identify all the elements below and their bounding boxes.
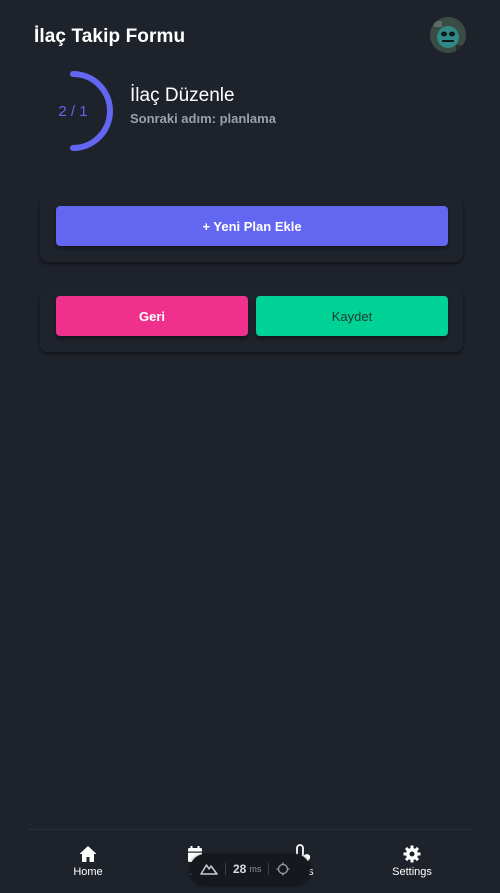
nuxt-logo-icon [200, 864, 218, 875]
add-plan-button[interactable]: + Yeni Plan Ekle [56, 206, 448, 246]
header: İlaç Takip Formu [0, 0, 500, 70]
crosshair-icon[interactable] [276, 862, 290, 876]
gear-icon [403, 845, 421, 863]
page-title: İlaç Takip Formu [34, 26, 186, 47]
step-title: İlaç Düzenle [130, 85, 235, 106]
render-time-value: 28 [233, 862, 247, 876]
add-plan-card: + Yeni Plan Ekle [40, 198, 463, 262]
form-actions-card: Geri Kaydet [40, 288, 463, 352]
nav-item-settings[interactable]: Settings [367, 844, 457, 878]
save-button[interactable]: Kaydet [256, 296, 448, 336]
back-button[interactable]: Geri [56, 296, 248, 336]
avatar[interactable] [430, 17, 466, 53]
progress-text: 2 / 1 [58, 103, 88, 120]
dev-toolbar[interactable]: 28 ms [190, 854, 310, 884]
step-subtitle: Sonraki adım: planlama [130, 111, 276, 126]
devbar-divider [225, 863, 226, 875]
home-icon [79, 846, 97, 862]
render-time-unit: ms [249, 864, 262, 874]
devbar-divider-2 [268, 863, 270, 875]
nav-label-home: Home [73, 866, 103, 878]
progress-ring: 2 / 1 [30, 70, 116, 156]
avatar-image [430, 17, 466, 53]
nav-item-home[interactable]: Home [43, 844, 133, 878]
page: İlaç Takip Formu 2 / 1 İlaç Düzenle Sonr… [0, 0, 500, 893]
nav-label-settings: Settings [392, 866, 432, 878]
